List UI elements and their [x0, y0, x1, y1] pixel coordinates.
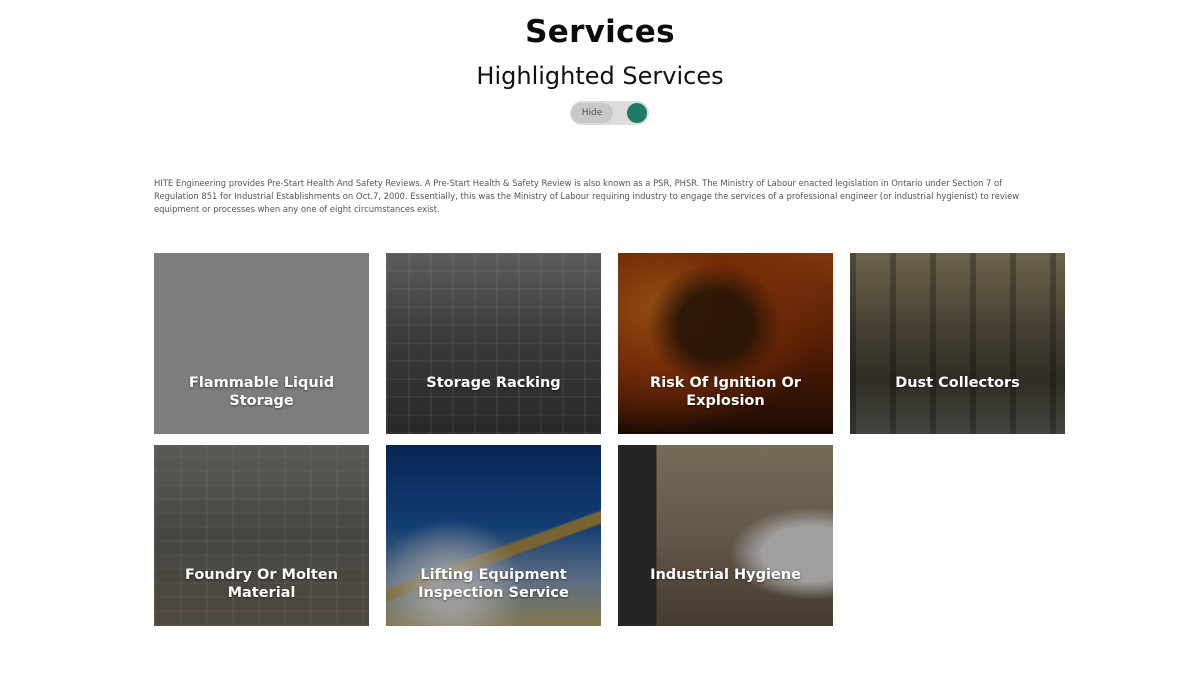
card-title: Industrial Hygiene [650, 567, 801, 583]
page-title: Services [525, 14, 675, 50]
hide-toggle[interactable]: Hide [570, 101, 649, 125]
card-title: Risk Of Ignition Or Explosion [650, 375, 801, 409]
service-card-industrial-hygiene[interactable]: Industrial Hygiene [618, 445, 833, 626]
toggle-knob[interactable] [627, 103, 647, 123]
card-title: Dust Collectors [895, 375, 1020, 391]
section-subtitle: Highlighted Services [476, 62, 724, 90]
service-card-flammable-liquid-storage[interactable]: Flammable Liquid Storage [154, 253, 369, 434]
service-card-lifting-equipment[interactable]: Lifting Equipment Inspection Service [386, 445, 601, 626]
card-overlay [618, 445, 833, 626]
service-card-risk-of-ignition[interactable]: Risk Of Ignition Or Explosion [618, 253, 833, 434]
card-title: Flammable Liquid Storage [188, 375, 335, 409]
card-title: Storage Racking [426, 375, 561, 391]
service-card-foundry[interactable]: Foundry Or Molten Material [154, 445, 369, 626]
services-page: Services Highlighted Services Hide HITE … [0, 0, 1200, 695]
card-title: Foundry Or Molten Material [185, 567, 338, 601]
card-overlay [386, 253, 601, 434]
service-card-storage-racking[interactable]: Storage Racking [386, 253, 601, 434]
intro-paragraph: HITE Engineering provides Pre-Start Heal… [154, 178, 1020, 214]
card-overlay [850, 253, 1065, 434]
toggle-label: Hide [571, 103, 613, 123]
service-card-dust-collectors[interactable]: Dust Collectors [850, 253, 1065, 434]
card-title: Lifting Equipment Inspection Service [418, 567, 569, 601]
